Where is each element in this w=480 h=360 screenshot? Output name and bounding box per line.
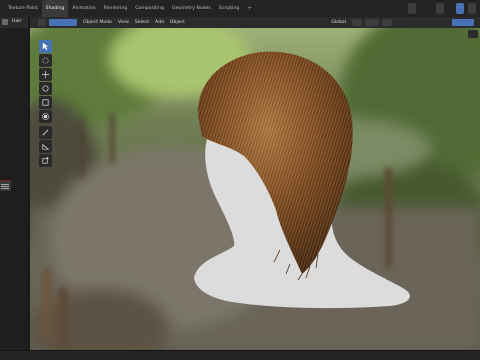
measure-tool[interactable] xyxy=(39,140,52,153)
object-data-icon[interactable] xyxy=(2,19,8,25)
outliner-panel: Hair xyxy=(0,17,29,360)
proportional-edit-toggle[interactable] xyxy=(382,19,392,26)
select-box-tool[interactable] xyxy=(39,40,52,53)
view-layer-selector[interactable] xyxy=(436,3,444,14)
rotate-icon xyxy=(42,85,49,92)
panel-header: Hair xyxy=(0,17,28,28)
render-engine-icon[interactable] xyxy=(456,3,464,14)
editor-type-selector[interactable] xyxy=(38,19,46,26)
pivot-selector[interactable] xyxy=(352,19,362,26)
navigation-gizmo-strip[interactable] xyxy=(468,30,478,38)
3d-viewport[interactable] xyxy=(30,28,480,350)
scale-tool[interactable] xyxy=(39,96,52,109)
transform-orientation[interactable]: Global xyxy=(331,20,346,25)
move-tool[interactable] xyxy=(39,68,52,81)
viewport-shading-selector[interactable] xyxy=(452,19,474,26)
transform-icon xyxy=(42,113,49,120)
cursor-icon xyxy=(42,57,49,64)
menu-view[interactable]: View xyxy=(118,20,129,25)
transform-tool[interactable] xyxy=(39,110,52,123)
list-item[interactable] xyxy=(0,180,11,191)
add-workspace-button[interactable]: + xyxy=(243,0,256,17)
tab-texture-paint[interactable]: Texture Paint xyxy=(4,0,42,17)
annotate-icon xyxy=(42,129,49,136)
scene-selector[interactable] xyxy=(408,3,416,14)
move-icon xyxy=(41,70,50,79)
annotate-tool[interactable] xyxy=(39,126,52,139)
select-box-icon xyxy=(42,42,49,51)
scale-icon xyxy=(42,99,49,106)
tab-geometry-nodes[interactable]: Geometry Nodes xyxy=(168,0,215,17)
tab-animation[interactable]: Animation xyxy=(68,0,99,17)
menu-object[interactable]: Object xyxy=(170,20,185,25)
viewport-scene[interactable] xyxy=(30,28,480,350)
tab-rendering[interactable]: Rendering xyxy=(100,0,131,17)
measure-icon xyxy=(42,143,50,150)
menu-add[interactable]: Add xyxy=(155,20,164,25)
snap-toggle[interactable] xyxy=(365,19,379,26)
cursor-tool[interactable] xyxy=(39,54,52,67)
panel-title: Hair xyxy=(12,19,22,24)
rotate-tool[interactable] xyxy=(39,82,52,95)
status-bar xyxy=(0,350,480,360)
menu-select[interactable]: Select xyxy=(135,20,149,25)
mode-selector[interactable]: Object Mode xyxy=(83,20,112,25)
overlay-toggle[interactable] xyxy=(468,3,476,14)
add-cube-icon xyxy=(42,156,49,164)
viewport-header: Object Mode View Select Add Object Globa… xyxy=(30,17,480,28)
tab-compositing[interactable]: Compositing xyxy=(131,0,168,17)
add-cube-tool[interactable] xyxy=(39,154,52,167)
tab-shading[interactable]: Shading xyxy=(41,0,69,17)
tool-mode-icons[interactable] xyxy=(49,19,77,26)
tab-scripting[interactable]: Scripting xyxy=(215,0,243,17)
